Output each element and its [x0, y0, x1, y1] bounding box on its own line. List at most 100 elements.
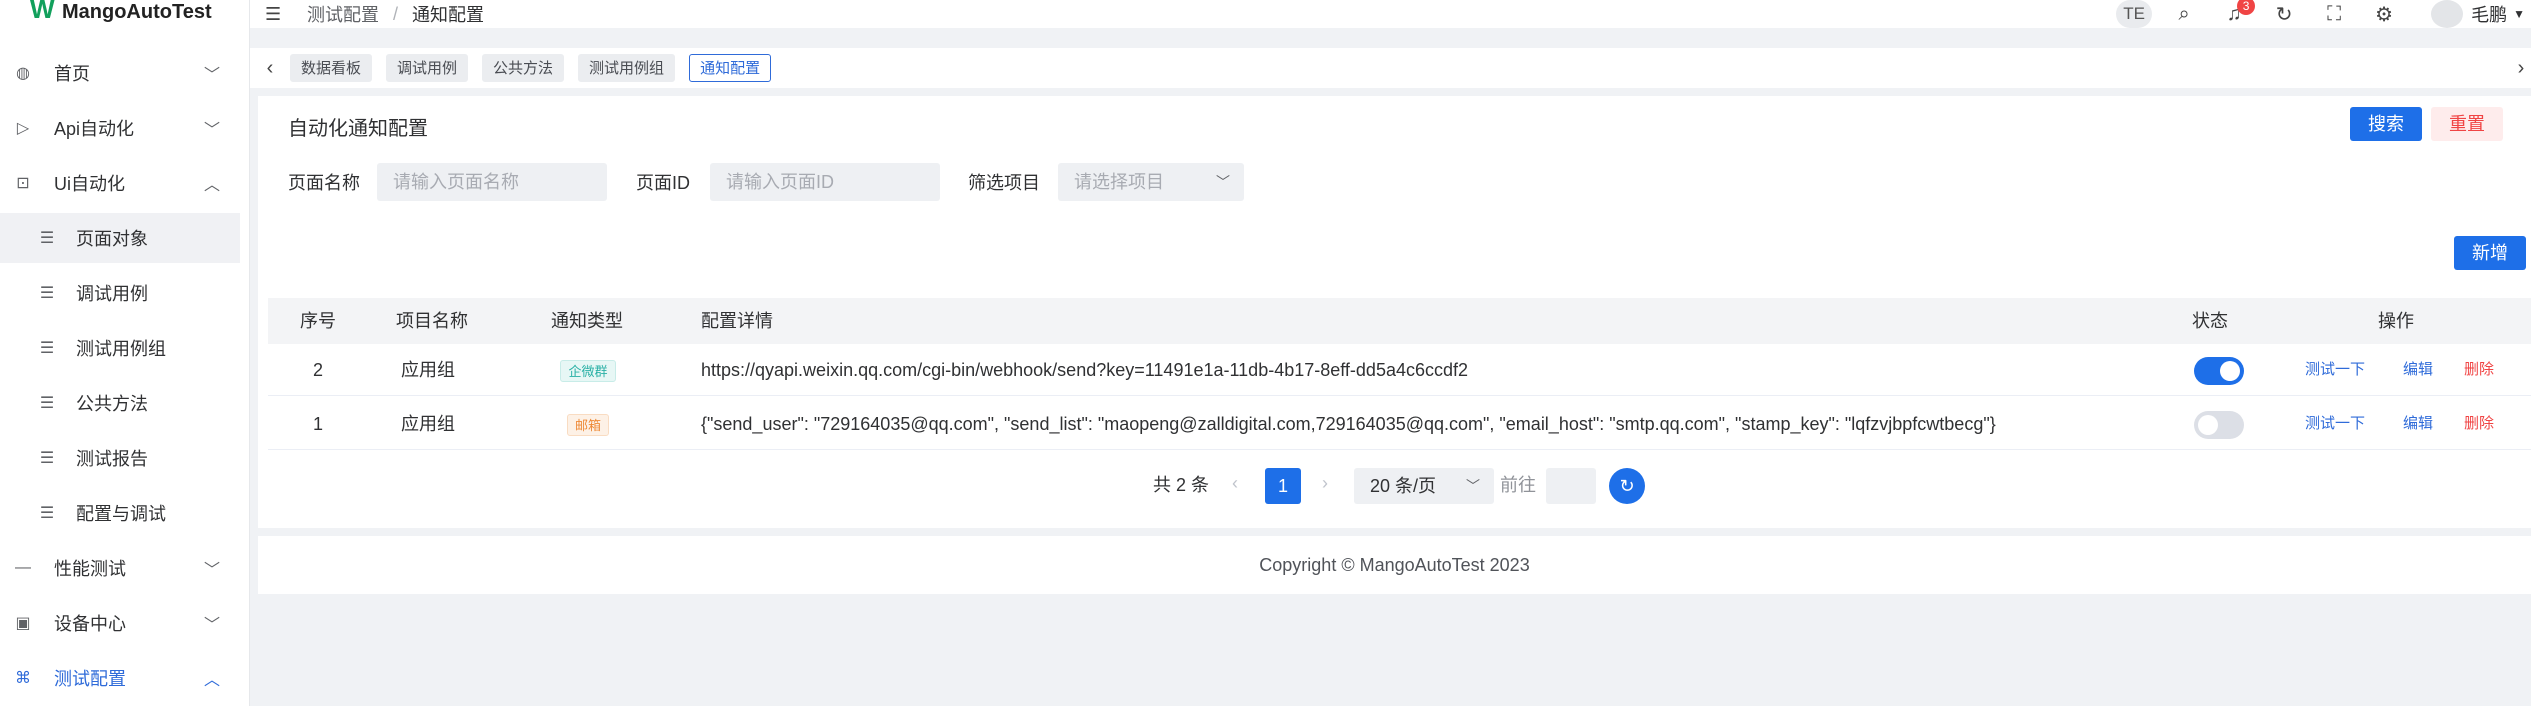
user-name[interactable]: 毛鹏 — [2471, 1, 2507, 27]
chevron-down-icon: ﹀ — [203, 617, 220, 634]
gear-icon[interactable]: ⚙ — [2359, 2, 2409, 27]
chevron-down-icon: ﹀ — [1466, 478, 1480, 494]
sidebar-item-label: 配置与调试 — [76, 504, 166, 524]
search-icon[interactable]: ⌕ — [2159, 3, 2209, 26]
palette-icon: ◍ — [16, 65, 30, 82]
project-filter-label: 筛选项目 — [968, 173, 1040, 193]
refresh-icon[interactable]: ↻ — [1609, 468, 1645, 504]
sidebar-item-label: 测试配置 — [54, 669, 126, 689]
fullscreen-icon[interactable]: ⛶ — [2309, 3, 2359, 26]
project-select-placeholder: 请选择项目 — [1074, 172, 1164, 192]
sidebar: W MangoAutoTest ◍ 首页 ﹀ ▷ Api自动化 ﹀ ⊡ Ui自动… — [0, 0, 250, 706]
page-size-select[interactable]: 20 条/页 ﹀ — [1354, 468, 1494, 504]
list-icon: ☰ — [39, 340, 55, 357]
sidebar-item-page-objects[interactable]: ☰ 页面对象 — [0, 213, 240, 263]
add-button[interactable]: 新增 — [2454, 236, 2526, 270]
minus-icon: — — [15, 559, 31, 576]
refresh-icon[interactable]: ↻ — [2259, 2, 2309, 27]
avatar[interactable] — [2431, 0, 2464, 28]
edit-button[interactable]: 编辑 — [2403, 344, 2433, 396]
sidebar-item-label: 性能测试 — [54, 559, 126, 579]
col-index: 序号 — [300, 311, 336, 331]
sidebar-item-test-case-groups[interactable]: ☰ 测试用例组 — [0, 323, 240, 373]
list-icon: ☰ — [39, 505, 55, 522]
page-name-label: 页面名称 — [288, 173, 360, 193]
sidebar-item-debug-cases[interactable]: ☰ 调试用例 — [0, 268, 240, 318]
sidebar-item-label: 页面对象 — [76, 229, 148, 249]
sidebar-item-performance-testing[interactable]: — 性能测试 ﹀ — [0, 543, 240, 593]
sidebar-item-label: Ui自动化 — [54, 174, 125, 194]
chevron-left-icon[interactable]: ‹ — [250, 57, 290, 80]
tabs-bar: ‹ 数据看板 调试用例 公共方法 测试用例组 通知配置 › — [250, 48, 2531, 88]
tab-dashboard[interactable]: 数据看板 — [290, 54, 373, 82]
status-toggle[interactable] — [2194, 411, 2244, 439]
row-index: 2 — [312, 360, 323, 380]
table-row: 2 应用组 企微群 https://qyapi.weixin.qq.com/cg… — [268, 344, 2531, 396]
sidebar-item-api-automation[interactable]: ▷ Api自动化 ﹀ — [0, 103, 240, 153]
tab-notification-config[interactable]: 通知配置 — [689, 54, 772, 82]
mango-logo-icon: W — [30, 0, 55, 24]
notification-badge: 3 — [2237, 0, 2256, 15]
page-name-input[interactable]: 请输入页面名称 — [377, 163, 607, 201]
edit-button[interactable]: 编辑 — [2403, 398, 2433, 450]
language-switch[interactable]: TE — [2109, 0, 2159, 28]
delete-button[interactable]: 删除 — [2464, 344, 2494, 396]
caret-down-icon[interactable]: ▼ — [2513, 7, 2525, 21]
sidebar-item-public-methods[interactable]: ☰ 公共方法 — [0, 378, 240, 428]
test-button[interactable]: 测试一下 — [2305, 398, 2365, 450]
tab-public-methods[interactable]: 公共方法 — [482, 54, 565, 82]
prev-page-icon[interactable]: ‹ — [1232, 473, 1238, 494]
sidebar-item-label: 设备中心 — [54, 614, 126, 634]
top-header: ☰ 测试配置 / 通知配置 TE ⌕ ♫ 3 ↻ ⛶ ⚙ 毛鹏 ▼ — [250, 0, 2531, 28]
breadcrumb-separator: / — [393, 3, 399, 24]
chevron-down-icon: ﹀ — [203, 562, 220, 579]
search-button[interactable]: 搜索 — [2350, 107, 2422, 141]
row-index: 1 — [312, 414, 323, 434]
command-icon: ⌘ — [15, 670, 31, 687]
notification-config-card: 自动化通知配置 搜索 重置 页面名称 请输入页面名称 页面ID 请输入页面ID … — [258, 96, 2531, 528]
reset-button[interactable]: 重置 — [2431, 107, 2503, 141]
sidebar-item-ui-automation[interactable]: ⊡ Ui自动化 ︿ — [0, 158, 240, 208]
list-icon: ☰ — [39, 450, 55, 467]
header-actions: TE ⌕ ♫ 3 ↻ ⛶ ⚙ 毛鹏 ▼ — [2109, 0, 2531, 28]
chevron-right-icon[interactable]: › — [2511, 57, 2531, 80]
sidebar-item-device-center[interactable]: ▣ 设备中心 ﹀ — [0, 598, 240, 648]
list-icon: ☰ — [39, 395, 55, 412]
row-config: https://qyapi.weixin.qq.com/cgi-bin/webh… — [701, 360, 1469, 380]
breadcrumb-parent[interactable]: 测试配置 — [307, 1, 379, 27]
page-size-value: 20 条/页 — [1370, 476, 1437, 496]
row-type: 企微群 — [538, 344, 638, 396]
type-tag: 邮箱 — [566, 414, 609, 437]
test-button[interactable]: 测试一下 — [2305, 344, 2365, 396]
app-logo[interactable]: W MangoAutoTest — [0, 0, 249, 24]
menu-fold-icon[interactable]: ☰ — [265, 4, 285, 25]
sidebar-item-test-config[interactable]: ⌘ 测试配置 ︿ — [0, 653, 240, 703]
sidebar-item-label: 首页 — [54, 64, 90, 84]
chevron-down-icon: ﹀ — [1216, 174, 1230, 190]
sidebar-item-home[interactable]: ◍ 首页 ﹀ — [0, 48, 240, 98]
goto-page-input[interactable] — [1546, 468, 1596, 504]
sidebar-item-label: 公共方法 — [76, 394, 148, 414]
sidebar-item-label: Api自动化 — [54, 119, 135, 139]
type-tag: 企微群 — [560, 360, 616, 383]
sidebar-item-test-reports[interactable]: ☰ 测试报告 — [0, 433, 240, 483]
page-id-input[interactable]: 请输入页面ID — [710, 163, 940, 201]
delete-button[interactable]: 删除 — [2464, 398, 2494, 450]
status-toggle[interactable] — [2194, 357, 2244, 385]
project-select[interactable]: 请选择项目 ﹀ — [1058, 163, 1244, 201]
next-page-icon[interactable]: › — [1322, 473, 1328, 494]
toggle-knob — [2220, 361, 2240, 381]
table-header: 序号 项目名称 通知类型 配置详情 状态 操作 — [268, 298, 2531, 344]
col-config: 配置详情 — [701, 311, 773, 331]
tab-test-case-groups[interactable]: 测试用例组 — [578, 54, 676, 82]
pagination-page-current[interactable]: 1 — [1265, 468, 1301, 504]
bell-icon[interactable]: ♫ 3 — [2209, 0, 2259, 26]
send-icon: ▷ — [16, 120, 30, 137]
col-project: 项目名称 — [396, 311, 468, 331]
col-type: 通知类型 — [551, 311, 623, 331]
sidebar-item-config-debug[interactable]: ☰ 配置与调试 — [0, 488, 240, 538]
pagination-total: 共 2 条 — [1153, 475, 1210, 495]
chevron-down-icon: ﹀ — [203, 122, 220, 139]
toggle-knob — [2198, 415, 2218, 435]
tab-debug-cases[interactable]: 调试用例 — [386, 54, 469, 82]
